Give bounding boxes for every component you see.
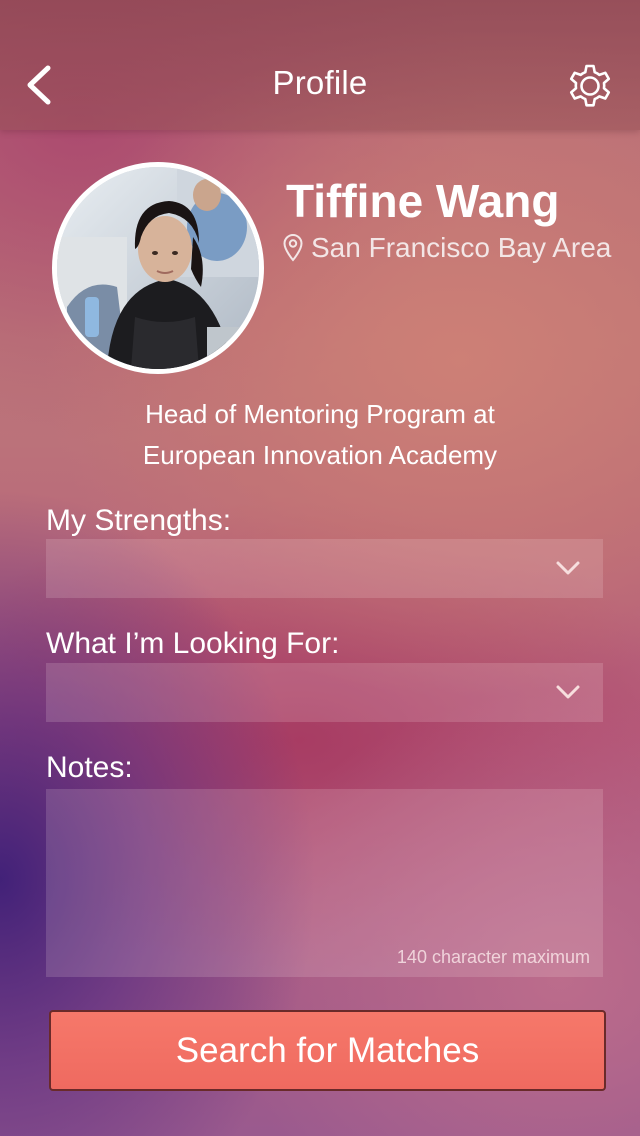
navigation-bar: Profile <box>0 0 640 130</box>
chevron-down-icon <box>556 685 580 699</box>
headline-line-2: European Innovation Academy <box>142 440 498 470</box>
avatar <box>52 162 264 374</box>
profile-location: San Francisco Bay Area <box>282 232 611 264</box>
search-for-matches-button[interactable]: Search for Matches <box>49 1010 606 1091</box>
map-pin-icon <box>283 233 303 262</box>
location-text: San Francisco Bay Area <box>311 232 612 263</box>
chevron-down-icon <box>556 561 580 575</box>
settings-button[interactable] <box>562 58 618 114</box>
profile-photo <box>57 167 259 369</box>
strengths-dropdown[interactable] <box>46 539 603 598</box>
looking-for-label: What I’m Looking For: <box>46 627 340 660</box>
strengths-label: My Strengths: <box>46 504 232 537</box>
headline-line-1: Head of Mentoring Program at <box>145 399 495 429</box>
notes-textarea[interactable]: 140 character maximum <box>46 789 603 977</box>
page-title: Profile <box>272 64 368 101</box>
notes-label: Notes: <box>46 751 133 784</box>
notes-character-limit-hint: 140 character maximum <box>396 947 590 967</box>
looking-for-dropdown[interactable] <box>46 663 603 722</box>
profile-name: Tiffine Wang <box>286 175 560 227</box>
profile-screen: Profile Tiffine Wang San Francisco Bay A… <box>0 0 640 1136</box>
profile-headline: Head of Mentoring Program at European In… <box>60 394 580 476</box>
gear-icon <box>569 64 611 107</box>
